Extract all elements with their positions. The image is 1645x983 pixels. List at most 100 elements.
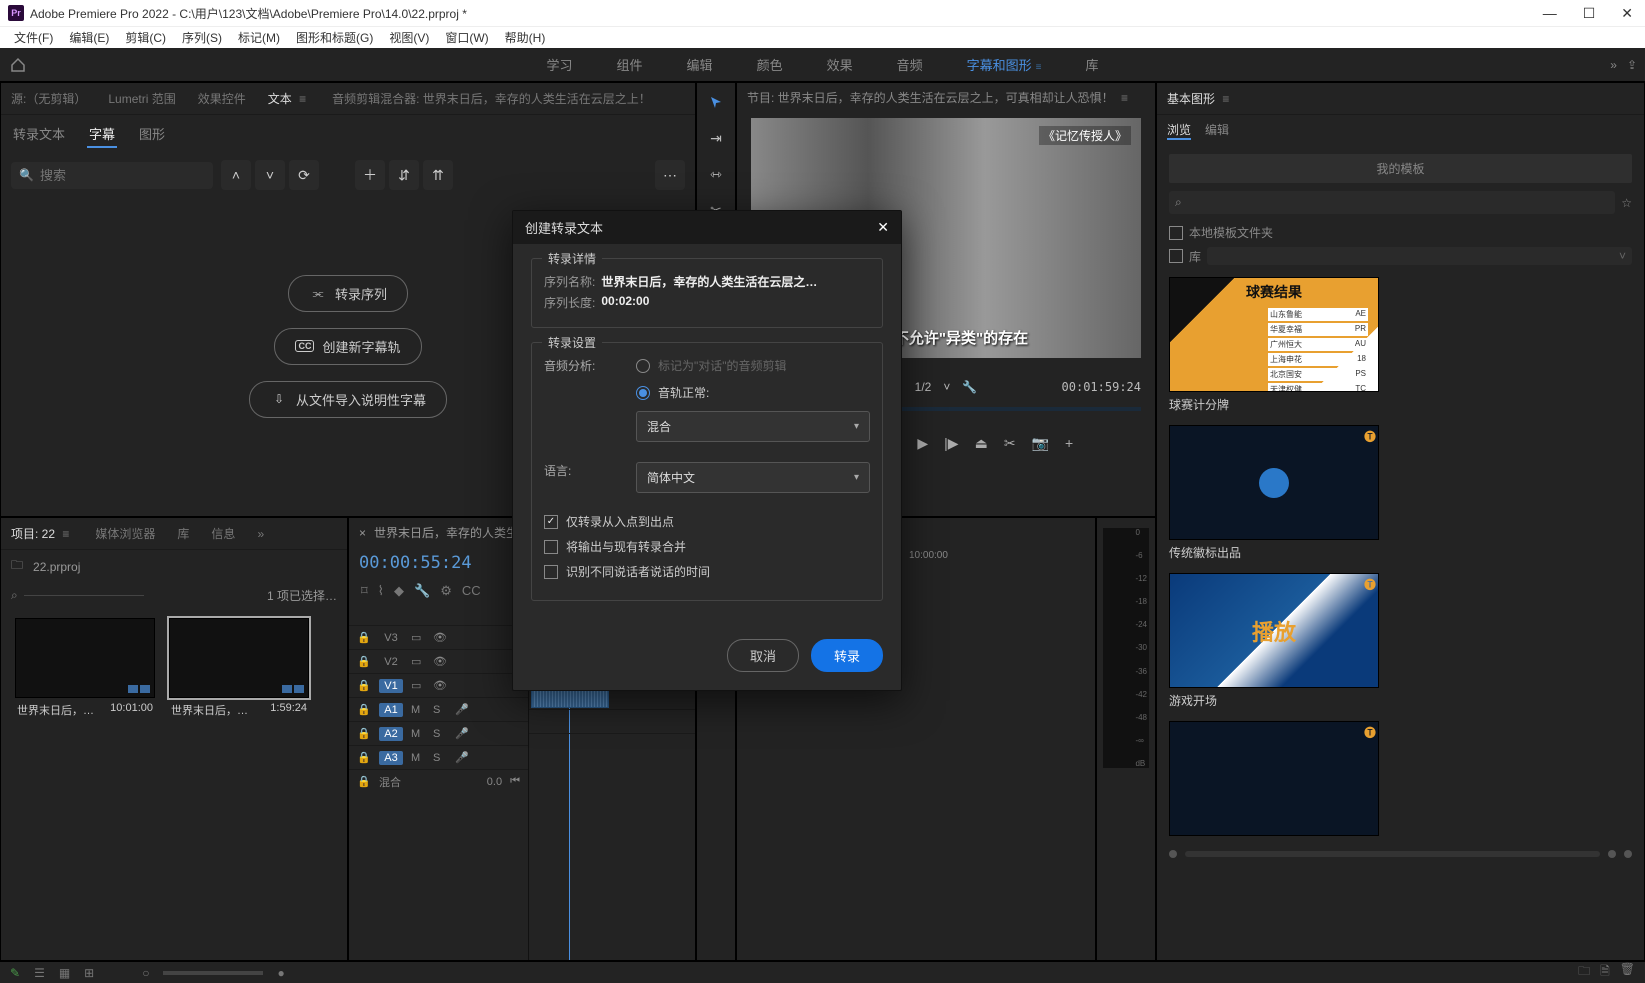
template-item[interactable]: 🅣 传统徽标出品 <box>1169 425 1632 565</box>
replace-button[interactable]: ⟳ <box>289 160 319 190</box>
menu-clip[interactable]: 剪辑(C) <box>117 27 174 48</box>
caption-search-input[interactable] <box>40 168 205 183</box>
create-caption-track-button[interactable]: CC 创建新字幕轨 <box>274 328 421 365</box>
tab-lumetri[interactable]: Lumetri 范围 <box>104 86 179 111</box>
export-icon[interactable]: ⇪ <box>1627 58 1637 72</box>
template-item[interactable]: 🅣播放 游戏开场 <box>1169 573 1632 713</box>
track-a1[interactable]: 🔒A1MS🎤 <box>349 697 528 721</box>
settings-icon[interactable]: ⚙ <box>440 583 452 599</box>
tab-library[interactable]: 库 <box>173 521 193 546</box>
menu-sequence[interactable]: 序列(S) <box>174 27 230 48</box>
cancel-button[interactable]: 取消 <box>727 639 799 672</box>
close-sequence-icon[interactable]: × <box>359 526 366 540</box>
template-item[interactable]: 🅣 球赛结果 山东鲁能AE华夏幸福PR广州恒大AU上海申花18北京国安PS天津权… <box>1169 277 1632 417</box>
export-frame-button[interactable]: 📷 <box>1032 435 1049 452</box>
bin-item[interactable]: 世界末日后，…1:59:24 <box>169 618 309 722</box>
subtab-captions[interactable]: 字幕 <box>87 121 117 148</box>
workspace-effects[interactable]: 效果 <box>819 51 861 78</box>
tab-effect-controls[interactable]: 效果控件 <box>194 86 250 111</box>
eg-subtab-browse[interactable]: 浏览 <box>1167 121 1191 140</box>
list-view-icon[interactable]: ☰ <box>34 966 45 980</box>
tab-project[interactable]: 项目: 22 ≡ <box>7 521 77 546</box>
transcribe-sequence-button[interactable]: ⫘ 转录序列 <box>288 275 408 312</box>
tab-media-browser[interactable]: 媒体浏览器 <box>91 521 159 546</box>
lift-button[interactable]: ⏏ <box>975 435 988 452</box>
add-caption-button[interactable]: ＋ <box>355 160 385 190</box>
menu-markers[interactable]: 标记(M) <box>230 27 288 48</box>
eg-zoom-slider[interactable] <box>1157 844 1644 864</box>
tab-source[interactable]: 源:（无剪辑） <box>7 86 90 111</box>
workspace-audio[interactable]: 音频 <box>889 51 931 78</box>
caption-search[interactable]: 🔍 <box>11 162 213 189</box>
workspace-editing[interactable]: 编辑 <box>679 51 721 78</box>
import-caption-file-button[interactable]: ⇩ 从文件导入说明性字幕 <box>249 381 447 418</box>
play-button[interactable]: ▶ <box>917 435 928 452</box>
menu-window[interactable]: 窗口(W) <box>437 27 496 48</box>
maximize-button[interactable]: ☐ <box>1579 3 1600 24</box>
workspace-captions[interactable]: 字幕和图形≡ <box>959 51 1050 78</box>
track-mix[interactable]: 🔒混合0.0⏮ <box>349 769 528 793</box>
tab-audio-mixer[interactable]: 音频剪辑混合器: 世界末日后，幸存的人类生活在云层之上！ <box>328 86 655 111</box>
close-button[interactable]: ✕ <box>1617 3 1637 24</box>
fit-select[interactable]: 1/2 <box>915 380 932 394</box>
menu-file[interactable]: 文件(F) <box>6 27 61 48</box>
check-merge-existing[interactable]: 将输出与现有转录合并 <box>544 538 870 555</box>
add-transport-button[interactable]: + <box>1065 435 1073 452</box>
program-tc-right[interactable]: 00:01:59:24 <box>1062 380 1141 394</box>
snap-icon[interactable]: ⌑ <box>361 583 368 599</box>
caption-menu-button[interactable]: ⋯ <box>655 160 685 190</box>
marker-icon[interactable]: ◆ <box>394 583 404 599</box>
menu-graphics[interactable]: 图形和标题(G) <box>288 27 381 48</box>
track-a2[interactable]: 🔒A2MS🎤 <box>349 721 528 745</box>
subtab-graphics[interactable]: 图形 <box>137 121 167 148</box>
clip-a1[interactable] <box>531 688 609 708</box>
freeform-view-icon[interactable]: ⊞ <box>84 966 94 980</box>
my-templates-button[interactable]: 我的模板 <box>1169 154 1632 183</box>
link-icon[interactable]: ⌇ <box>378 583 384 599</box>
workspace-color[interactable]: 颜色 <box>749 51 791 78</box>
check-speaker-labels[interactable]: 识别不同说话者说话的时间 <box>544 563 870 580</box>
split-caption-button[interactable]: ⇵ <box>389 160 419 190</box>
extract-button[interactable]: ✂ <box>1004 435 1016 452</box>
merge-caption-button[interactable]: ⇈ <box>423 160 453 190</box>
prev-button[interactable]: ˄ <box>221 160 251 190</box>
menu-view[interactable]: 视图(V) <box>381 27 437 48</box>
menu-help[interactable]: 帮助(H) <box>497 27 554 48</box>
audio-meter[interactable]: 0 -6 -12 -18 -24 -30 -36 -42 -48 -∞ dB <box>1103 528 1149 768</box>
local-templates-check[interactable] <box>1169 226 1183 240</box>
track-a3[interactable]: 🔒A3MS🎤 <box>349 745 528 769</box>
tab-overflow[interactable]: » <box>253 523 268 545</box>
eg-subtab-edit[interactable]: 编辑 <box>1205 121 1229 140</box>
step-fwd-button[interactable]: |▶ <box>944 435 958 452</box>
new-item-icon[interactable]: 🗎 <box>1600 962 1610 983</box>
wrench-icon[interactable]: 🔧 <box>962 380 977 394</box>
next-button[interactable]: ˅ <box>255 160 285 190</box>
track-select-tool[interactable]: ⇥ <box>702 125 730 151</box>
new-bin-icon[interactable]: 🗀 <box>1578 962 1590 983</box>
favorite-filter-icon[interactable]: ☆ <box>1621 196 1632 210</box>
zoom-out-icon[interactable]: ○ <box>142 966 149 980</box>
tab-text[interactable]: 文本 ≡ <box>264 86 314 111</box>
tab-essential-graphics[interactable]: 基本图形 ≡ <box>1163 86 1237 111</box>
transcribe-button[interactable]: 转录 <box>811 639 883 672</box>
radio-audio-track[interactable]: 音轨正常: <box>636 384 870 401</box>
icon-view-icon[interactable]: ▦ <box>59 966 70 980</box>
tab-info[interactable]: 信息 <box>207 521 239 546</box>
ripple-tool[interactable]: ⇿ <box>702 161 730 187</box>
workspace-assembly[interactable]: 组件 <box>609 51 651 78</box>
zoom-slider[interactable] <box>163 971 263 975</box>
bin-item[interactable]: 世界末日后，…10:01:00 <box>15 618 155 722</box>
eg-search-input[interactable]: ⌕ <box>1169 191 1615 214</box>
library-select[interactable]: ˅ <box>1207 247 1632 265</box>
home-button[interactable] <box>0 57 36 73</box>
filter-icon[interactable]: ⌕ <box>11 588 18 603</box>
subtab-transcript[interactable]: 转录文本 <box>11 121 67 148</box>
track-v2[interactable]: 🔒V2▭👁 <box>349 649 528 673</box>
language-select[interactable]: 简体中文▾ <box>636 462 870 493</box>
zoom-in-icon[interactable]: ● <box>277 966 284 980</box>
check-in-out-only[interactable]: 仅转录从入点到出点 <box>544 513 870 530</box>
workspace-learn[interactable]: 学习 <box>539 51 581 78</box>
menu-edit[interactable]: 编辑(E) <box>61 27 117 48</box>
delete-icon[interactable]: 🗑 <box>1620 962 1635 983</box>
status-icon[interactable]: ✎ <box>10 966 20 980</box>
